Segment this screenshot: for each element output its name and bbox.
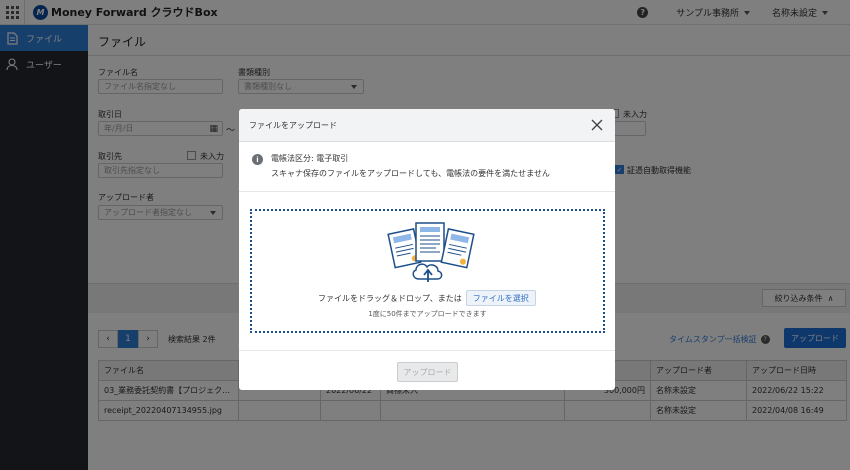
file-dropzone[interactable]: ファイルをドラッグ＆ドロップ、または ファイルを選択 1度に50件までアップロー… <box>250 209 605 333</box>
select-file-button[interactable]: ファイルを選択 <box>465 290 536 306</box>
upload-documents-illustration <box>387 222 475 282</box>
modal-title: ファイルをアップロード <box>249 120 337 130</box>
upload-limit-note: 1度に50件までアップロードできます <box>368 310 487 318</box>
info-icon: i <box>252 154 263 165</box>
notice-box: i 電帳法区分: 電子取引 スキャナ保存のファイルをアップロードしても、電帳法の… <box>239 143 615 192</box>
notice-title: 電帳法区分: 電子取引 <box>271 154 349 163</box>
notice-text: スキャナ保存のファイルをアップロードしても、電帳法の要件を満たせません <box>271 169 550 178</box>
close-icon[interactable] <box>591 119 603 131</box>
dropzone-instruction: ファイルをドラッグ＆ドロップ、または ファイルを選択 <box>318 290 536 306</box>
modal-upload-button[interactable]: アップロード <box>397 362 458 382</box>
dropzone-text: ファイルをドラッグ＆ドロップ、または <box>318 293 462 303</box>
upload-modal: ファイルをアップロード i 電帳法区分: 電子取引 スキャナ保存のファイルをアッ… <box>239 109 615 390</box>
modal-footer: アップロード <box>239 350 615 390</box>
modal-header: ファイルをアップロード <box>239 109 615 142</box>
